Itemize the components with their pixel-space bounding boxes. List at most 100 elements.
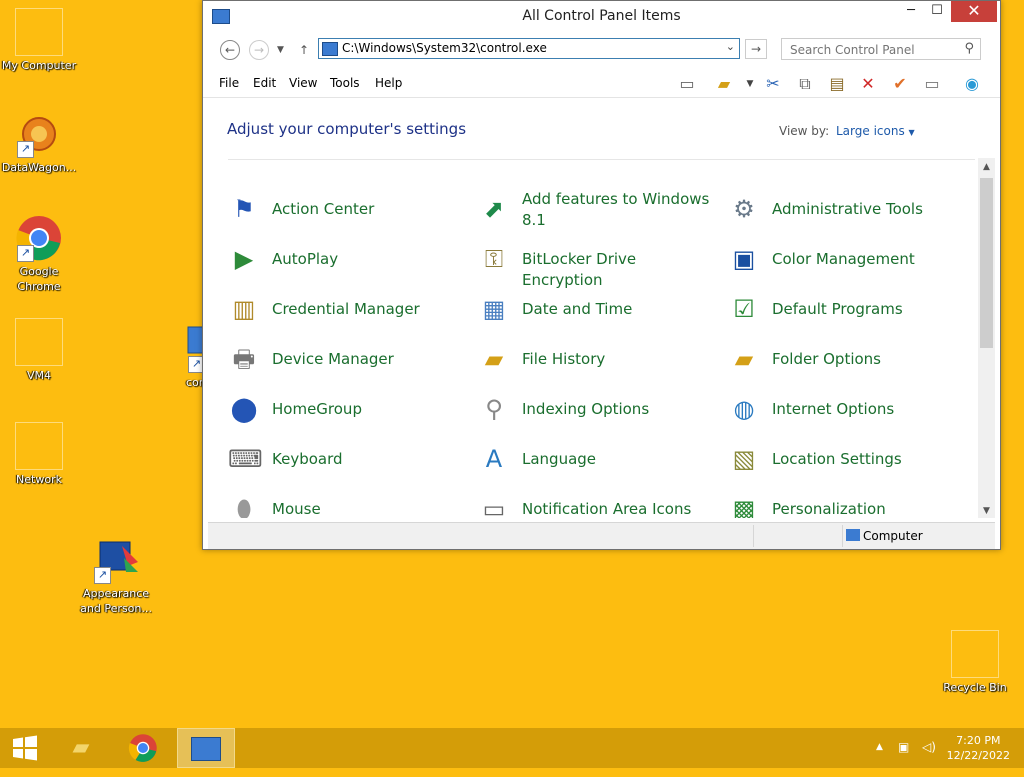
layout-icon[interactable]: ▭ [676,73,698,95]
search-box[interactable]: ⚲ [781,38,981,60]
desktop-icon-appearance[interactable]: ↗ Appearance and Person... [76,536,156,616]
cp-item-mouse[interactable]: ⬮ Mouse [228,489,468,518]
item-label: BitLocker Drive Encryption [522,250,637,289]
desktop-icon-vm4[interactable]: VM4 [0,318,79,383]
cp-item-keyboard[interactable]: ⌨ Keyboard [228,439,468,479]
network-icon[interactable]: ▣ [898,740,909,754]
show-hidden-icons-button[interactable]: ▲ [876,742,883,752]
item-label: HomeGroup [272,400,362,418]
notification-icon: ▭ [482,495,506,518]
address-bar[interactable]: C:\Windows\System32\control.exe ⌄ [318,38,740,59]
desktop-icon-label: VM4 [26,369,51,382]
admin-tools-icon: ⚙ [733,195,755,223]
taskbar-file-explorer[interactable]: ▰ [55,728,107,768]
chevron-down-icon: ▼ [908,128,915,137]
cp-item-administrative-tools[interactable]: ⚙ Administrative Tools [728,189,968,229]
search-icon[interactable]: ⚲ [964,41,974,56]
chevron-down-icon[interactable]: ⌄ [726,40,735,53]
search-input[interactable] [788,42,957,58]
menu-file[interactable]: File [219,76,239,90]
cp-item-color-management[interactable]: ▣ Color Management [728,239,968,279]
scroll-down-icon[interactable]: ▼ [978,506,995,516]
copy-icon[interactable]: ⧉ [794,73,816,95]
vertical-scrollbar[interactable]: ▲ ▼ [978,158,995,518]
menu-help[interactable]: Help [375,76,402,90]
back-button[interactable]: ← [220,40,240,60]
refresh-go-button[interactable]: → [745,39,767,59]
scroll-thumb[interactable] [980,178,993,348]
clock-date: 12/22/2022 [946,749,1010,762]
cp-item-homegroup[interactable]: ⬤ HomeGroup [228,389,468,429]
desktop-icon-label: Network [16,473,62,486]
maximize-button[interactable]: ☐ [922,1,952,22]
cp-item-date-time[interactable]: ▦ Date and Time [478,289,718,329]
scroll-up-icon[interactable]: ▲ [978,162,995,172]
control-panel-window[interactable]: All Control Panel Items ─ ☐ ✕ ← → ▼ ↑ C:… [202,0,1001,550]
desktop-icon-label: Google Chrome [17,265,61,293]
item-label: Mouse [272,500,321,518]
start-button[interactable] [0,728,50,768]
desktop-icon-google-chrome[interactable]: ↗ Google Chrome [0,214,79,294]
menu-view[interactable]: View [289,76,317,90]
key-icon: ⚿ [484,245,504,273]
cp-item-credential-manager[interactable]: ▥ Credential Manager [228,289,468,329]
cp-item-device-manager[interactable]: 🖶 Device Manager [228,339,468,379]
forward-button[interactable]: → [249,40,269,60]
cp-item-add-features[interactable]: ⬈ Add features to Windows 8.1 [478,189,718,229]
cp-item-indexing-options[interactable]: ⚲ Indexing Options [478,389,718,429]
status-separator [753,525,754,547]
view-by-dropdown[interactable]: Large icons ▼ [836,124,915,138]
shell-icon[interactable]: ◉ [961,73,983,95]
cp-item-location-settings[interactable]: ▧ Location Settings [728,439,968,479]
up-button[interactable]: ↑ [299,40,309,60]
item-label: Indexing Options [522,400,650,418]
taskbar-control-panel[interactable] [177,728,235,768]
taskbar-clock[interactable]: 7:20 PM 12/22/2022 [947,733,1010,763]
desktop-icon-label: My Computer [1,59,77,72]
recent-locations-dropdown[interactable]: ▼ [277,40,284,60]
cp-item-notification-area-icons[interactable]: ▭ Notification Area Icons [478,489,718,518]
item-label: File History [522,350,606,368]
desktop-icon-recycle-bin[interactable]: Recycle Bin [935,630,1015,695]
paste-icon[interactable]: ▤ [826,73,848,95]
homegroup-icon: ⬤ [230,395,258,423]
item-label: Folder Options [772,350,881,368]
close-button[interactable]: ✕ [951,1,997,22]
volume-icon[interactable]: ◁) [922,740,936,754]
device-manager-icon: 🖶 [232,345,256,373]
folder-options-icon: ▰ [734,345,754,373]
cp-item-internet-options[interactable]: ◍ Internet Options [728,389,968,429]
cp-item-file-history[interactable]: ▰ File History [478,339,718,379]
cut-icon[interactable]: ✂ [762,73,784,95]
desktop-icon-my-computer[interactable]: My Computer [0,8,79,73]
item-label: Action Center [272,200,375,218]
cp-item-bitlocker[interactable]: ⚿ BitLocker Drive Encryption [478,239,718,289]
title-bar[interactable]: All Control Panel Items ─ ☐ ✕ [203,1,1000,31]
rename-icon[interactable]: ▭ [921,73,943,95]
item-label: Notification Area Icons [522,500,692,518]
item-label: Credential Manager [272,300,420,318]
menu-edit[interactable]: Edit [253,76,276,90]
cp-item-language[interactable]: A Language [478,439,718,479]
language-icon: A [485,445,503,473]
delete-icon[interactable]: ✕ [857,73,879,95]
properties-check-icon[interactable]: ✔ [889,73,911,95]
cp-item-autoplay[interactable]: ▶ AutoPlay [228,239,468,279]
chevron-down-icon[interactable]: ▼ [739,73,761,95]
cp-item-action-center[interactable]: ⚑ Action Center [228,189,468,229]
item-label: Default Programs [772,300,903,318]
item-label: Internet Options [772,400,895,418]
folder-options-icon[interactable]: ▰ [713,73,735,95]
vault-icon: ▥ [232,295,256,323]
desktop-icon-datawagon[interactable]: ↗ DataWagon... [0,110,79,175]
taskbar-chrome[interactable] [117,728,169,768]
menu-tools[interactable]: Tools [330,76,360,90]
item-label: Keyboard [272,450,343,468]
cp-item-default-programs[interactable]: ☑ Default Programs [728,289,968,329]
cp-item-personalization[interactable]: ▩ Personalization [728,489,968,518]
mouse-icon: ⬮ [236,495,252,518]
desktop-icon-network[interactable]: Network [0,422,79,487]
item-label: Administrative Tools [772,200,923,218]
shortcut-arrow-icon: ↗ [17,245,34,262]
cp-item-folder-options[interactable]: ▰ Folder Options [728,339,968,379]
